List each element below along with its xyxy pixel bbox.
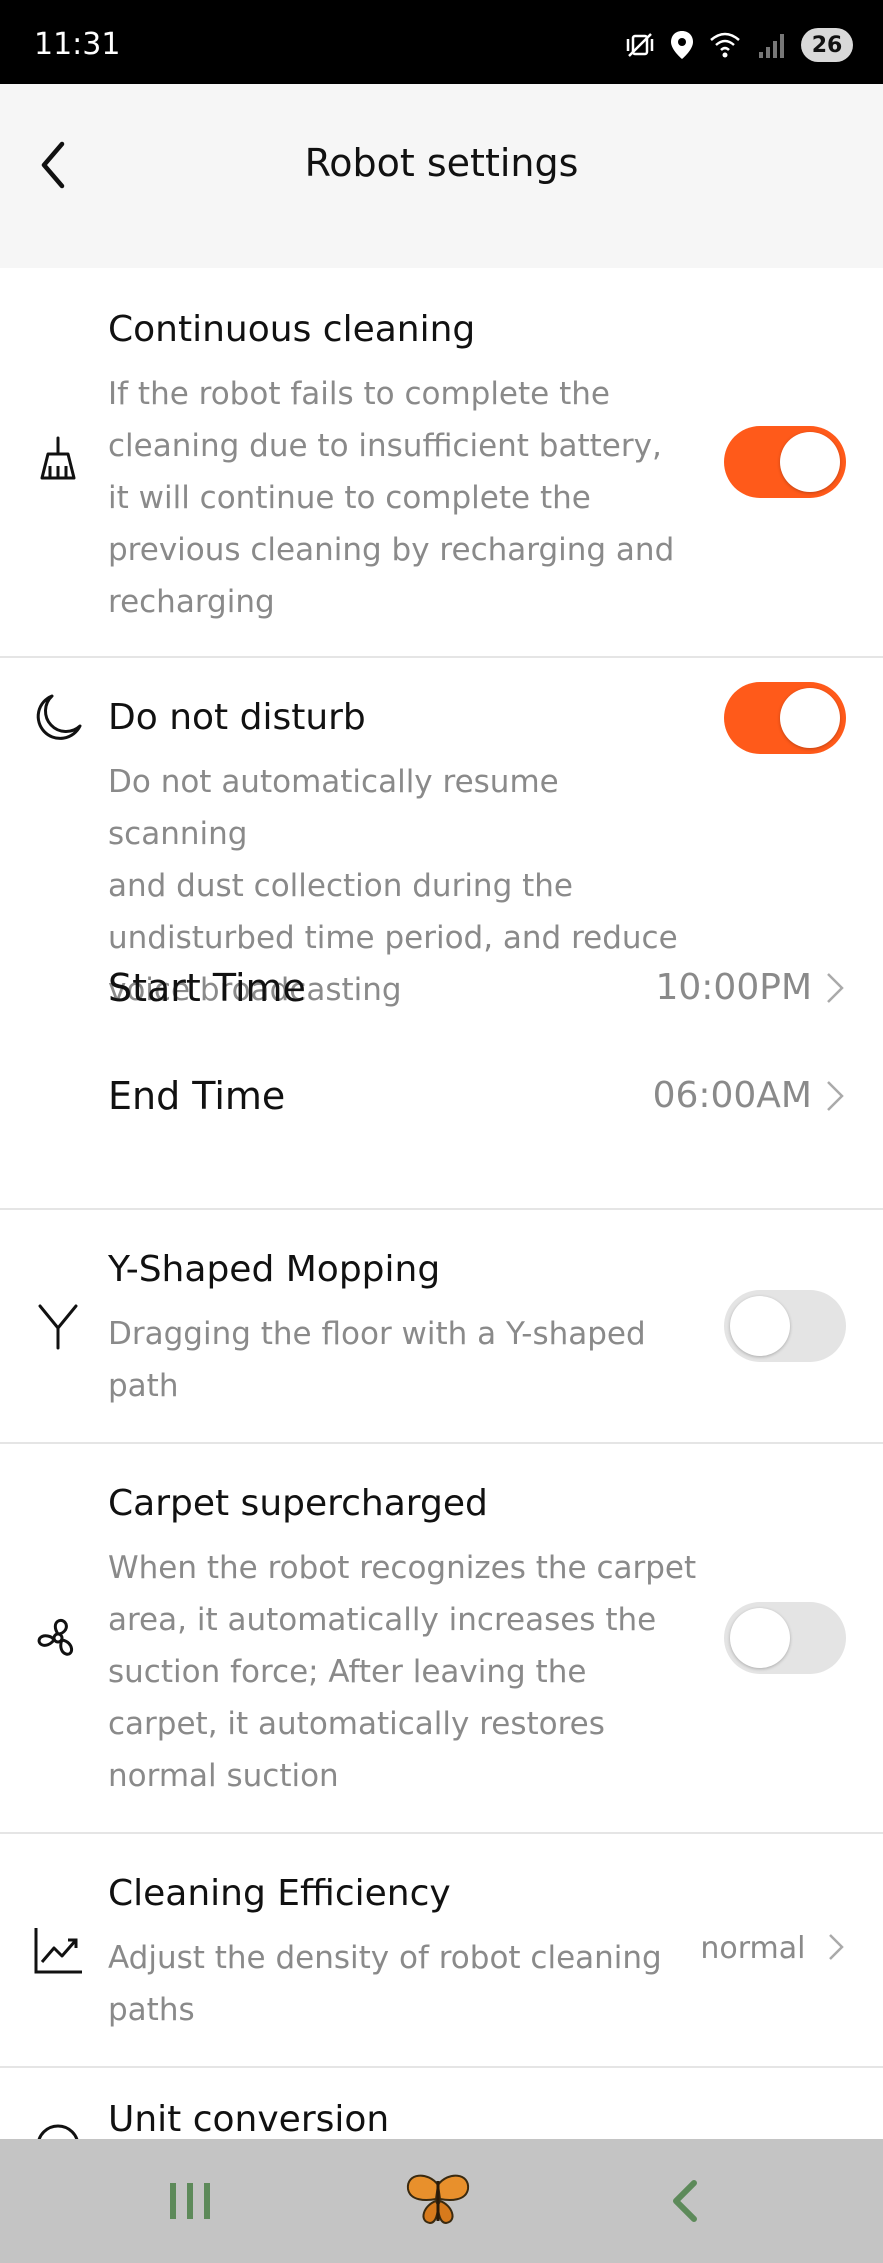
signal-icon [759, 34, 784, 58]
trend-chart-icon [34, 1928, 82, 1974]
navigation-bar [0, 2139, 883, 2263]
carpet-supercharged-toggle[interactable] [724, 1602, 846, 1674]
toggle-knob [730, 1608, 790, 1668]
do-not-disturb-title: Do not disturb [108, 697, 366, 738]
cleaning-efficiency-title: Cleaning Efficiency [108, 1873, 451, 1914]
continuous-cleaning-toggle[interactable] [724, 426, 846, 498]
continuous-cleaning-description: If the robot fails to complete the clean… [108, 376, 675, 620]
do-not-disturb-section: Do not disturb Do not automatically resu… [0, 658, 883, 1210]
y-shaped-mopping-section: Y-Shaped Mopping Dragging the floor with… [0, 1210, 883, 1444]
wifi-icon [710, 32, 740, 58]
y-shape-icon [38, 1304, 78, 1350]
unit-conversion-title: Unit conversion [108, 2099, 390, 2139]
carpet-supercharged-description: When the robot recognizes the carpet are… [108, 1550, 697, 1794]
carpet-supercharged-title: Carpet supercharged [108, 1483, 488, 1524]
end-time-label: End Time [108, 1074, 286, 1118]
status-bar: 11:31 26 [0, 0, 883, 84]
cleaning-efficiency-value-row[interactable]: normal [700, 1924, 847, 1974]
battery-icon: 26 [801, 28, 853, 62]
y-shaped-mopping-title: Y-Shaped Mopping [108, 1249, 441, 1290]
chevron-right-icon [829, 1934, 844, 1960]
start-time-label: Start Time [108, 966, 306, 1010]
location-icon [671, 31, 693, 59]
toggle-knob [730, 1296, 790, 1356]
mute-vibrate-icon [626, 33, 654, 57]
end-time-row[interactable]: End Time 06:00AM [108, 1066, 848, 1126]
unit-conversion-section[interactable]: Unit conversion [0, 2068, 883, 2139]
moon-icon [36, 694, 82, 740]
cleaning-efficiency-description: Adjust the density of robot cleaning pat… [108, 1940, 662, 2028]
continuous-cleaning-title: Continuous cleaning [108, 309, 476, 350]
status-time: 11:31 [34, 27, 121, 62]
butterfly-icon[interactable] [398, 2161, 478, 2241]
y-shaped-mopping-toggle[interactable] [724, 1290, 846, 1362]
cleaning-efficiency-section[interactable]: Cleaning Efficiency Adjust the density o… [0, 1834, 883, 2068]
y-shaped-mopping-description: Dragging the floor with a Y-shaped path [108, 1316, 646, 1404]
start-time-value: 10:00PM [655, 967, 812, 1008]
page-title: Robot settings [304, 141, 579, 185]
unit-conversion-icon [37, 2124, 79, 2139]
settings-list[interactable]: Continuous cleaning If the robot fails t… [0, 268, 883, 2139]
fan-icon [37, 1618, 73, 1656]
carpet-supercharged-section: Carpet supercharged When the robot recog… [0, 1444, 883, 1834]
header: Robot settings [0, 84, 883, 268]
recent-apps-icon[interactable] [150, 2161, 230, 2241]
back-icon[interactable] [646, 2161, 726, 2241]
toggle-knob [780, 688, 840, 748]
broom-icon [40, 436, 76, 480]
chevron-right-icon [827, 973, 844, 1003]
start-time-row[interactable]: Start Time 10:00PM [108, 958, 848, 1018]
continuous-cleaning-section: Continuous cleaning If the robot fails t… [0, 268, 883, 658]
end-time-value: 06:00AM [652, 1075, 812, 1116]
chevron-right-icon [827, 1081, 844, 1111]
do-not-disturb-toggle[interactable] [724, 682, 846, 754]
status-icons: 26 [625, 26, 853, 64]
cleaning-efficiency-value: normal [700, 1931, 806, 1966]
toggle-knob [780, 432, 840, 492]
